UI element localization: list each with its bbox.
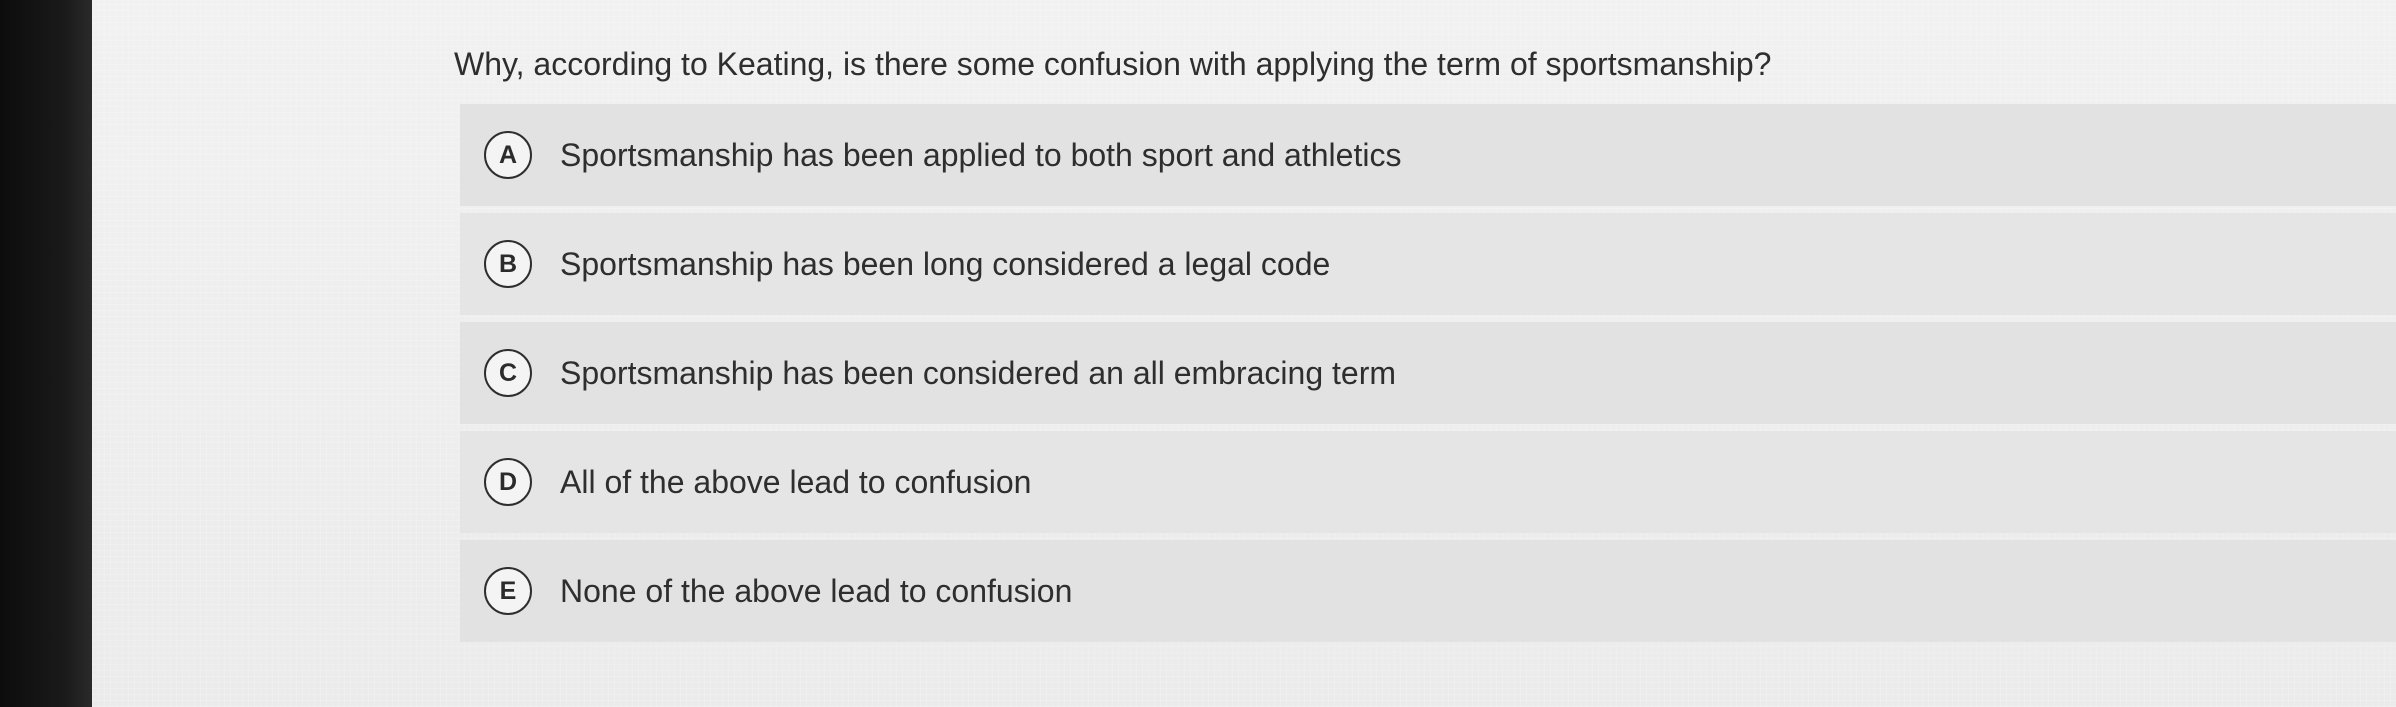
- option-c-radio[interactable]: C: [484, 349, 532, 397]
- option-d-label: All of the above lead to confusion: [560, 463, 1032, 500]
- option-a-label: Sportsmanship has been applied to both s…: [560, 136, 1402, 173]
- question-text: Why, according to Keating, is there some…: [454, 46, 1772, 82]
- option-a[interactable]: A Sportsmanship has been applied to both…: [460, 104, 2396, 206]
- option-a-radio[interactable]: A: [484, 131, 532, 179]
- option-c-label: Sportsmanship has been considered an all…: [560, 354, 1397, 391]
- option-d[interactable]: D All of the above lead to confusion: [460, 431, 2396, 533]
- answer-options: A Sportsmanship has been applied to both…: [460, 104, 2396, 649]
- monitor-bezel: [0, 0, 92, 707]
- option-e[interactable]: E None of the above lead to confusion: [460, 540, 2396, 642]
- quiz-screen: Why, according to Keating, is there some…: [92, 0, 2396, 707]
- option-e-label: None of the above lead to confusion: [560, 572, 1073, 609]
- option-b-label: Sportsmanship has been long considered a…: [560, 245, 1331, 282]
- option-d-radio[interactable]: D: [484, 458, 532, 506]
- option-e-radio[interactable]: E: [484, 567, 532, 615]
- option-b[interactable]: B Sportsmanship has been long considered…: [460, 213, 2396, 315]
- option-c[interactable]: C Sportsmanship has been considered an a…: [460, 322, 2396, 424]
- option-b-radio[interactable]: B: [484, 240, 532, 288]
